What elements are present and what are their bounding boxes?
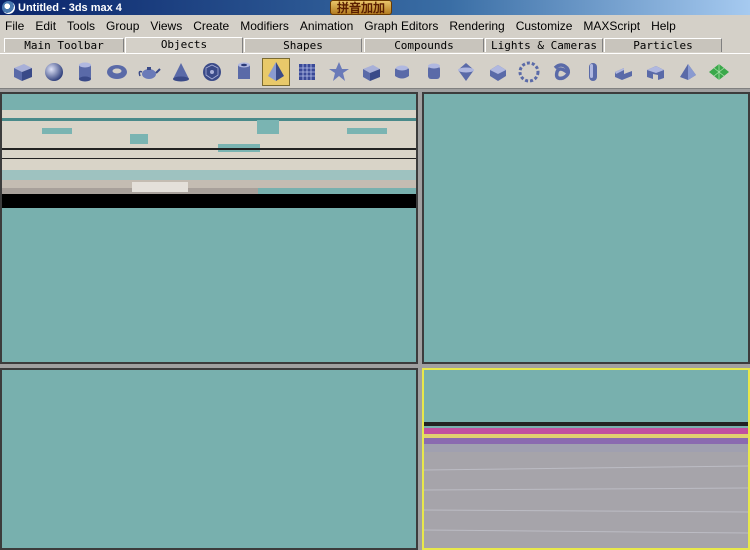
menu-views[interactable]: Views [145,19,188,33]
oil-tank-button[interactable] [388,58,416,86]
torus-knot-icon [553,63,570,81]
cone-button[interactable] [167,58,195,86]
top-right-viewport[interactable] [422,92,750,364]
menu-modifiers[interactable]: Modifiers [235,19,295,33]
tile-grid-icon [709,64,730,80]
menu-animation[interactable]: Animation [295,19,359,33]
chamfer-box-button[interactable] [357,58,385,86]
menu-maxscript[interactable]: MAXScript [578,19,646,33]
chamfer-cylinder-button[interactable] [420,58,448,86]
menu-tools[interactable]: Tools [62,19,101,33]
gengon-button[interactable] [484,58,512,86]
oil-tank-icon [395,65,410,79]
app-icon[interactable] [2,1,15,14]
tube-button[interactable] [230,58,258,86]
menu-rendering[interactable]: Rendering [444,19,510,33]
plane-button[interactable] [293,58,321,86]
box-button[interactable] [8,58,36,86]
ime-badge[interactable]: 拼音加加 [330,0,393,15]
ringwave-icon [518,61,540,83]
viewport-render-artifacts [2,110,416,208]
menu-bar: File Edit Tools Group Views Create Modifiers An… [0,16,750,35]
prism-button[interactable] [674,58,702,86]
tab-bar: Main Toolbar Objects Shapes Compounds Lights… [0,37,750,53]
menu-help[interactable]: Help [646,19,682,33]
cylinder-icon [79,62,92,82]
menu-edit[interactable]: Edit [30,19,62,33]
tab-main-toolbar[interactable]: Main Toolbar [4,38,124,52]
ringwave-button[interactable] [515,58,543,86]
tab-lights-cameras[interactable]: Lights & Cameras [485,38,603,52]
torus-button[interactable] [103,58,131,86]
perspective-grid-render [424,422,748,548]
chamfer-box-icon [362,65,380,81]
tab-compounds[interactable]: Compounds [364,38,484,52]
menu-graph-editors[interactable]: Graph Editors [359,19,444,33]
menu-create[interactable]: Create [188,19,235,33]
spindle-icon [457,63,474,81]
prism-icon [679,64,696,80]
hedra-icon [329,62,349,81]
l-ext-button[interactable] [610,58,638,86]
top-left-viewport[interactable] [0,92,418,364]
tab-shapes[interactable]: Shapes [244,38,362,52]
c-ext-button[interactable] [642,58,670,86]
capsule-icon [588,63,597,81]
cylinder-button[interactable] [71,58,99,86]
menu-customize[interactable]: Customize [511,19,579,33]
capsule-button[interactable] [579,58,607,86]
box-icon [14,64,32,81]
bottom-right-viewport[interactable] [422,368,750,550]
torus-icon [107,65,128,79]
tab-objects[interactable]: Objects [125,37,243,53]
objects-toolbar [0,53,750,89]
geosphere-icon [203,63,222,81]
chamfer-cylinder-icon [428,63,441,79]
c-ext-icon [647,66,664,80]
menu-file[interactable]: File [0,19,30,33]
menu-group[interactable]: Group [101,19,145,33]
tube-icon [237,62,250,79]
tile-grid-button[interactable] [705,58,733,86]
teapot-icon [138,67,161,79]
hedra-button[interactable] [325,58,353,86]
pyramid-icon [267,62,284,81]
cone-icon [172,63,189,82]
tab-particles[interactable]: Particles [604,38,722,52]
sphere-button[interactable] [40,58,68,86]
l-ext-icon [615,68,633,80]
window-title: Untitled - 3ds max 4 [18,1,122,14]
plane-icon [299,64,316,80]
torus-knot-button[interactable] [547,58,575,86]
geosphere-button[interactable] [198,58,226,86]
sphere-icon [44,63,63,81]
bottom-left-viewport[interactable] [0,368,418,550]
pyramid-button[interactable] [261,58,290,86]
teapot-button[interactable] [135,58,163,86]
gengon-icon [489,65,506,81]
spindle-button[interactable] [452,58,480,86]
